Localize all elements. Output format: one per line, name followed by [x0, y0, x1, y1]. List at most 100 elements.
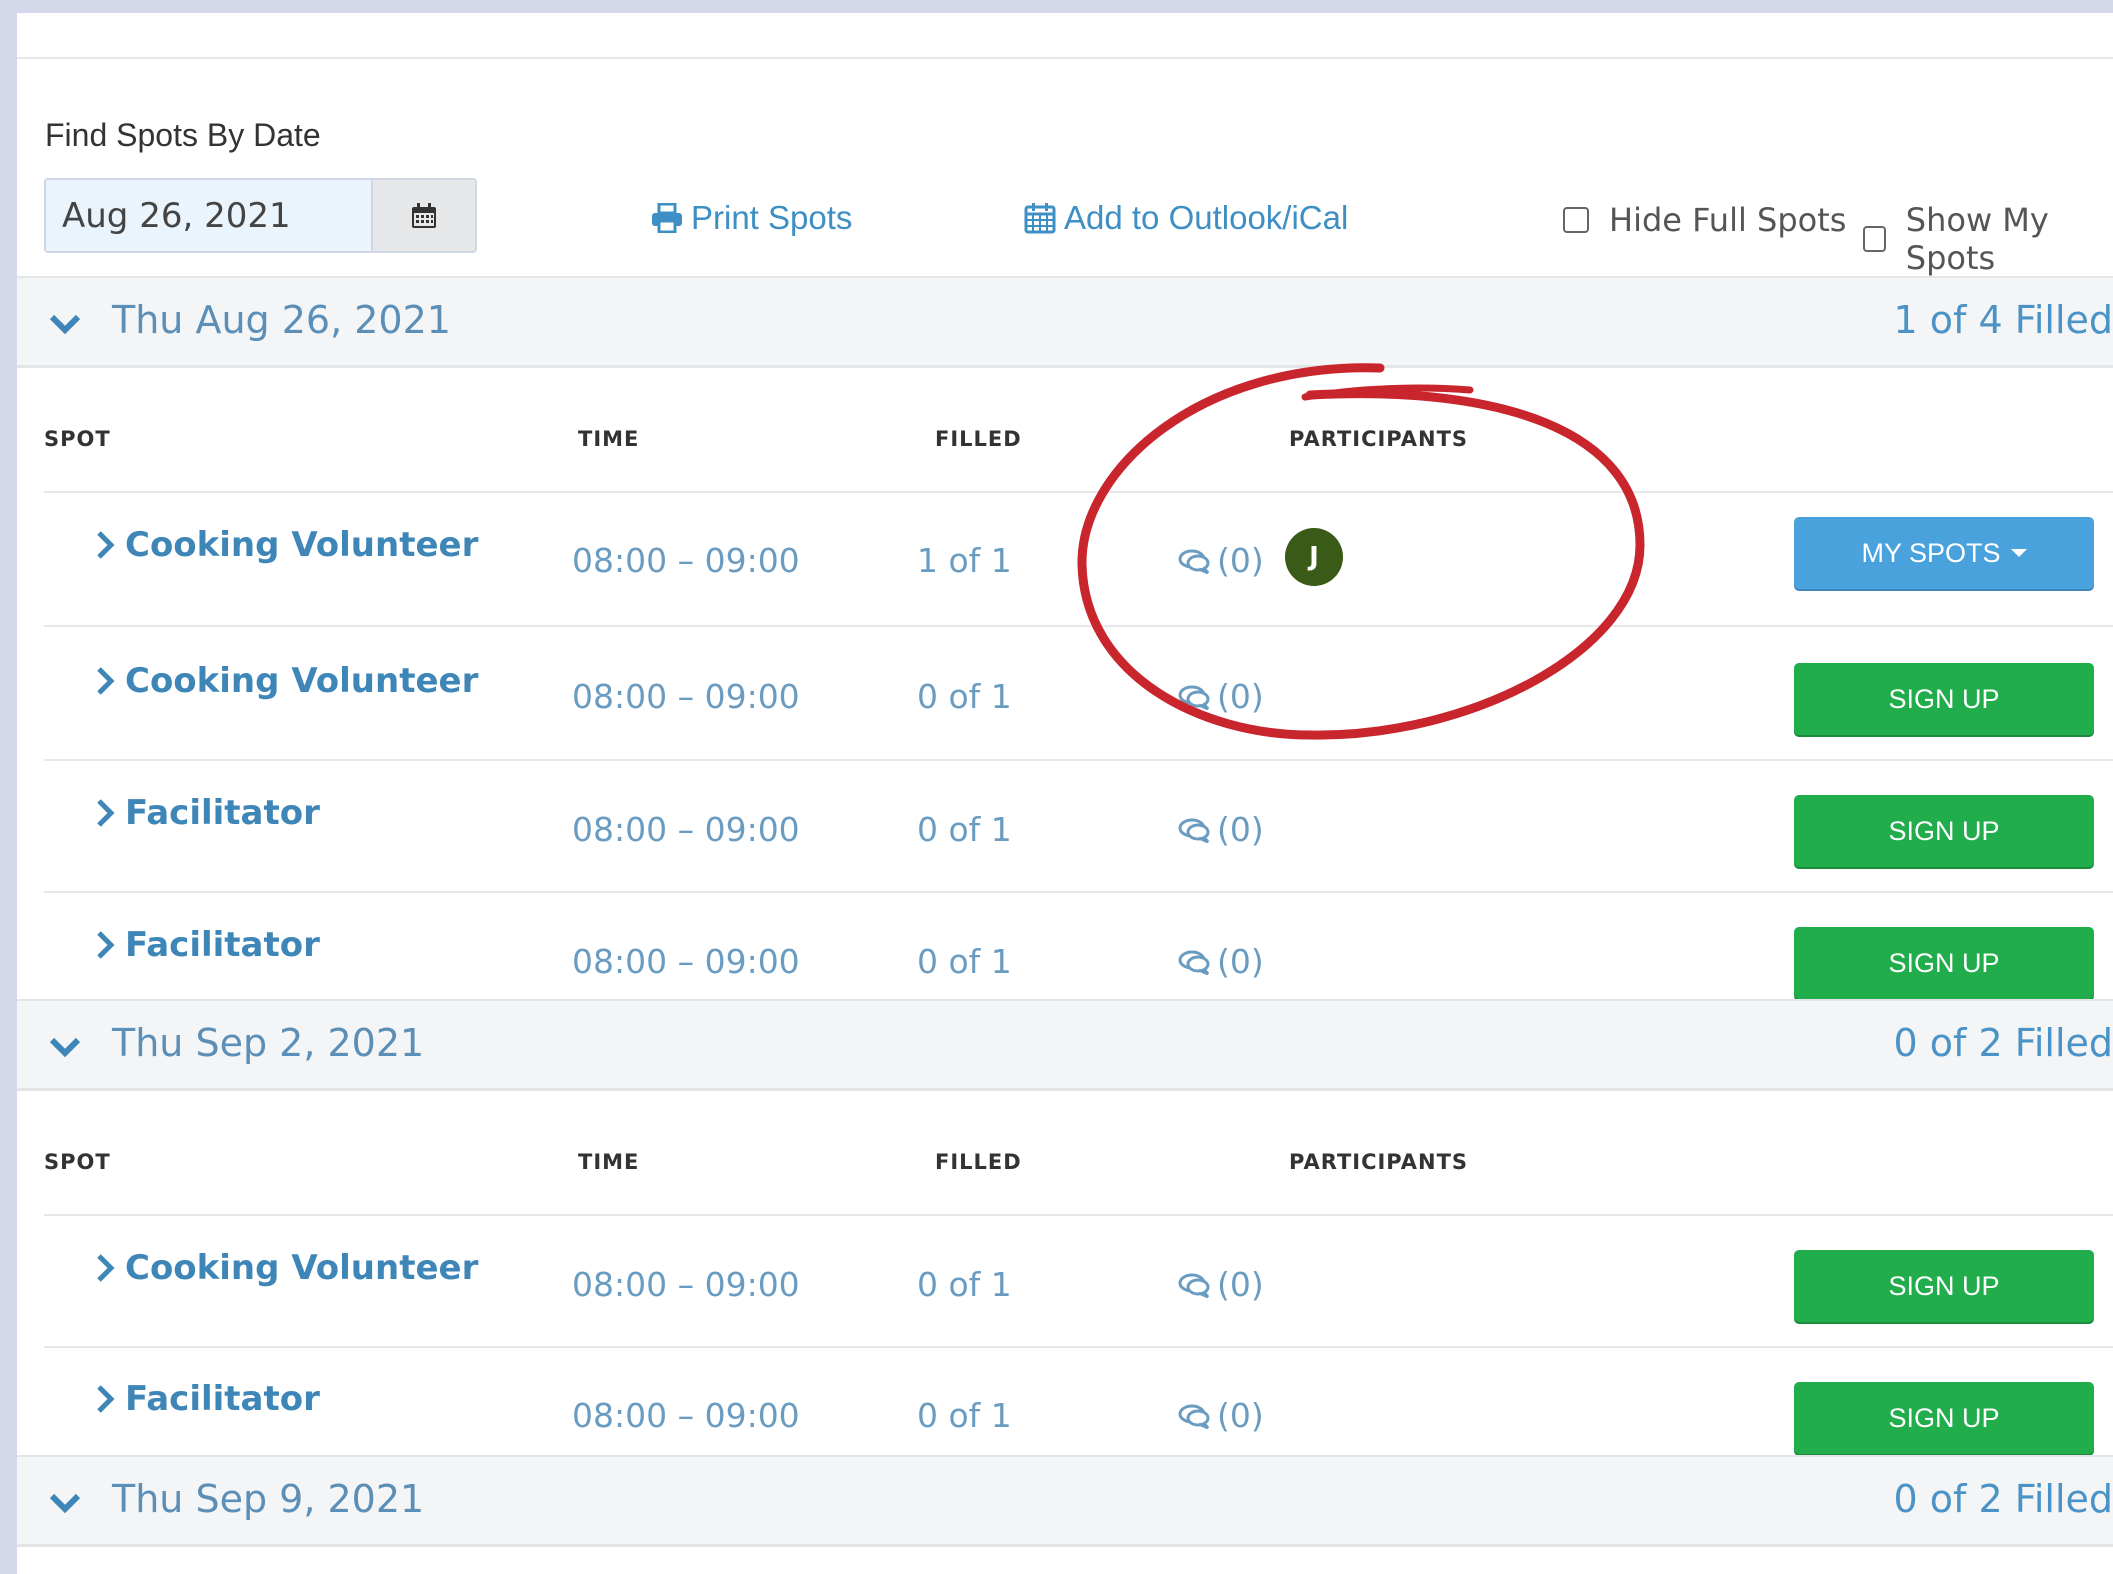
date-title: Thu Sep 9, 2021: [112, 1477, 425, 1521]
filled-count: 1 of 4 Filled: [1893, 298, 2113, 342]
sign-up-button[interactable]: SIGN UP: [1794, 1250, 2094, 1322]
comments-count: (0): [1217, 942, 1264, 981]
chevron-down-icon: [49, 314, 81, 335]
time-cell: 08:00 – 09:00: [572, 1396, 800, 1435]
spot-label: Cooking Volunteer: [125, 661, 479, 701]
row-divider: [44, 625, 2113, 627]
row-divider: [44, 891, 2113, 893]
filled-count: 0 of 2 Filled: [1893, 1021, 2113, 1065]
show-my-spots-checkbox[interactable]: [1863, 226, 1886, 252]
calendar-add-icon: [1024, 203, 1056, 234]
date-title: Thu Aug 26, 2021: [112, 298, 451, 342]
sign-up-button[interactable]: SIGN UP: [1794, 927, 2094, 999]
column-header-filled: FILLED: [935, 427, 1022, 451]
caret-down-icon: [2010, 549, 2027, 557]
comment-icon: [1178, 1273, 1210, 1298]
comments-link[interactable]: (0): [1177, 1265, 1264, 1304]
time-cell: 08:00 – 09:00: [572, 942, 800, 981]
comment-icon: [1178, 818, 1210, 843]
column-header-time: TIME: [578, 1150, 640, 1174]
show-my-spots-label: Show My Spots: [1905, 201, 2049, 277]
chevron-right-icon: [97, 931, 115, 959]
time-cell: 08:00 – 09:00: [572, 810, 800, 849]
spot-link[interactable]: Facilitator: [95, 793, 320, 833]
print-spots-label: Print Spots: [691, 199, 853, 236]
comments-count: (0): [1217, 810, 1264, 849]
spot-link[interactable]: Facilitator: [95, 1379, 320, 1419]
row-divider: [44, 491, 2113, 493]
date-header[interactable]: Thu Aug 26, 2021 1 of 4 Filled: [17, 276, 2113, 368]
comments-count: (0): [1217, 1265, 1264, 1304]
print-spots-link[interactable]: Print Spots: [651, 199, 852, 237]
show-my-spots-toggle[interactable]: Show My Spots: [1863, 201, 2113, 277]
spot-link[interactable]: Cooking Volunteer: [95, 525, 478, 565]
row-divider: [44, 1346, 2113, 1348]
filled-cell: 0 of 1: [917, 677, 1012, 716]
comments-link[interactable]: (0): [1177, 677, 1264, 716]
chevron-down-icon: [49, 1493, 81, 1514]
chevron-right-icon: [97, 1385, 115, 1413]
comment-icon: [1178, 685, 1210, 710]
column-header-spot: SPOT: [44, 427, 111, 451]
chevron-right-icon: [97, 667, 115, 695]
spot-link[interactable]: Cooking Volunteer: [95, 1248, 478, 1288]
add-to-calendar-link[interactable]: Add to Outlook/iCal: [1024, 199, 1348, 237]
spot-label: Cooking Volunteer: [125, 1248, 479, 1288]
printer-icon: [652, 203, 682, 233]
spot-label: Facilitator: [125, 1379, 320, 1419]
time-cell: 08:00 – 09:00: [572, 1265, 800, 1304]
top-divider: [17, 57, 2113, 59]
chevron-right-icon: [97, 531, 115, 559]
hide-full-spots-label: Hide Full Spots: [1609, 201, 1847, 239]
calendar-icon: [412, 202, 436, 228]
comments-link[interactable]: (0): [1177, 1396, 1264, 1435]
comments-count: (0): [1217, 1396, 1264, 1435]
comments-count: (0): [1217, 541, 1264, 580]
comment-icon: [1178, 950, 1210, 975]
row-divider: [44, 1214, 2113, 1216]
comments-link[interactable]: (0): [1177, 541, 1264, 580]
time-cell: 08:00 – 09:00: [572, 677, 800, 716]
comment-icon: [1178, 549, 1210, 574]
date-header[interactable]: Thu Sep 2, 2021 0 of 2 Filled: [17, 999, 2113, 1091]
sign-up-button[interactable]: SIGN UP: [1794, 663, 2094, 735]
chevron-right-icon: [97, 799, 115, 827]
filled-cell: 0 of 1: [917, 810, 1012, 849]
comments-count: (0): [1217, 677, 1264, 716]
date-title: Thu Sep 2, 2021: [112, 1021, 425, 1065]
sign-up-button[interactable]: SIGN UP: [1794, 795, 2094, 867]
hide-full-spots-checkbox[interactable]: [1563, 207, 1589, 233]
my-spots-label: MY SPOTS: [1861, 537, 2001, 568]
add-to-calendar-label: Add to Outlook/iCal: [1064, 199, 1349, 236]
column-header-time: TIME: [578, 427, 640, 451]
my-spots-button[interactable]: MY SPOTS: [1794, 517, 2094, 589]
filled-count: 0 of 2 Filled: [1893, 1477, 2113, 1521]
chevron-down-icon: [49, 1037, 81, 1058]
sign-up-button[interactable]: SIGN UP: [1794, 1382, 2094, 1454]
column-header-participants: PARTICIPANTS: [1289, 1150, 1469, 1174]
column-header-participants: PARTICIPANTS: [1289, 427, 1469, 451]
filled-cell: 0 of 1: [917, 1396, 1012, 1435]
spot-label: Facilitator: [125, 925, 320, 965]
spot-link[interactable]: Cooking Volunteer: [95, 661, 478, 701]
row-divider: [44, 759, 2113, 761]
date-picker[interactable]: [44, 178, 477, 253]
spot-link[interactable]: Facilitator: [95, 925, 320, 965]
comment-icon: [1178, 1404, 1210, 1429]
filled-cell: 0 of 1: [917, 1265, 1012, 1304]
spot-label: Facilitator: [125, 793, 320, 833]
comments-link[interactable]: (0): [1177, 942, 1264, 981]
comments-link[interactable]: (0): [1177, 810, 1264, 849]
column-header-filled: FILLED: [935, 1150, 1022, 1174]
column-header-spot: SPOT: [44, 1150, 111, 1174]
calendar-button[interactable]: [371, 180, 475, 251]
hide-full-spots-toggle[interactable]: Hide Full Spots: [1563, 201, 1846, 239]
time-cell: 08:00 – 09:00: [572, 541, 800, 580]
date-input[interactable]: [46, 180, 371, 251]
filled-cell: 0 of 1: [917, 942, 1012, 981]
participant-avatar[interactable]: J: [1285, 528, 1343, 586]
spot-label: Cooking Volunteer: [125, 525, 479, 565]
chevron-right-icon: [97, 1254, 115, 1282]
date-header[interactable]: Thu Sep 9, 2021 0 of 2 Filled: [17, 1455, 2113, 1547]
signup-page: Find Spots By Date Print Spots: [17, 13, 2113, 1574]
